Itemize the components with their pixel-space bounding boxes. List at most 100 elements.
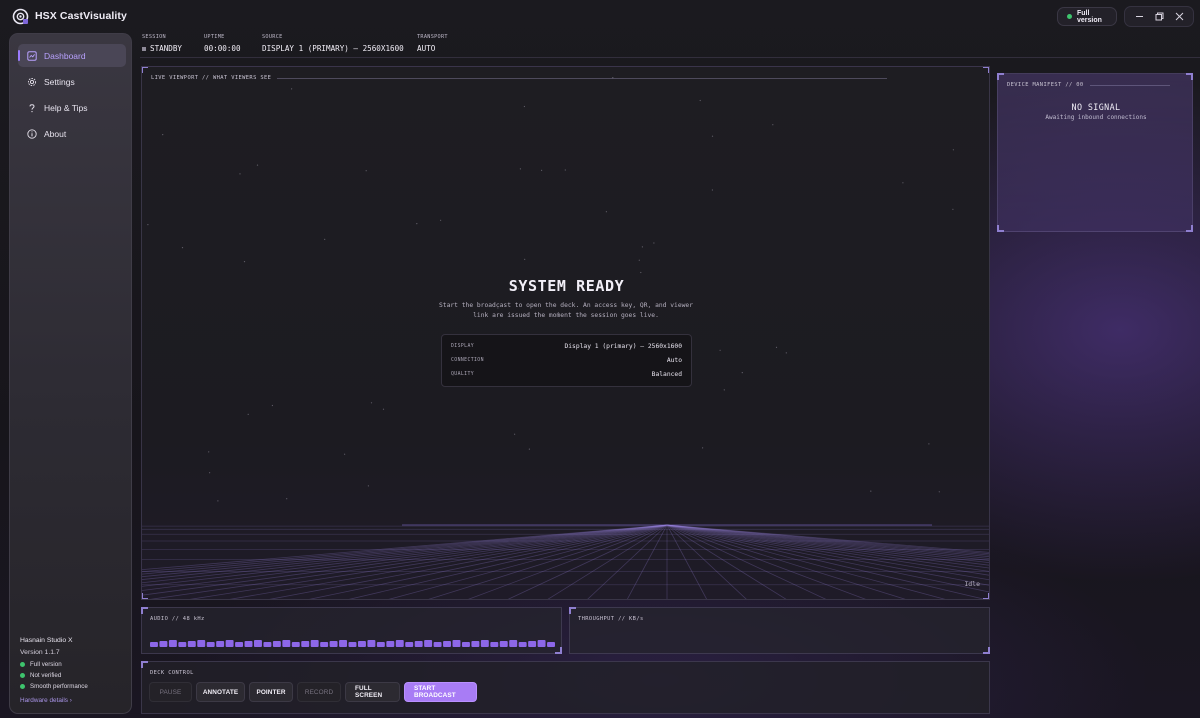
start-broadcast-button[interactable]: START BROADCAST: [404, 682, 477, 702]
status-dot-icon: [20, 683, 25, 689]
audio-level-bar: [471, 641, 480, 647]
audio-level-bar: [461, 642, 470, 647]
audio-level-bar: [329, 641, 338, 647]
audio-level-bar: [433, 642, 442, 647]
full-screen-button[interactable]: FULL SCREEN: [345, 682, 400, 702]
audio-level-bar: [499, 641, 508, 647]
audio-level-bar: [263, 642, 272, 647]
info-row-connection: CONNECTION Auto: [451, 357, 682, 364]
audio-level-bar: [357, 641, 366, 647]
device-manifest-panel: DEVICE MANIFEST // 00 NO SIGNAL Awaiting…: [997, 73, 1193, 232]
audio-level-bar: [291, 642, 300, 647]
meta-transport: TRANSPORT AUTO: [417, 34, 448, 53]
status-full-version: Full version: [20, 661, 125, 668]
audio-level-bar: [480, 640, 489, 647]
version-badge-label: Full version: [1077, 9, 1102, 24]
transport-value: AUTO: [417, 44, 436, 53]
app-title: HSX CastVisuality: [35, 10, 127, 22]
meta-source: SOURCE DISPLAY 1 (PRIMARY) — 2560X1600: [262, 34, 404, 53]
question-icon: [27, 103, 37, 113]
audio-level-bar: [339, 640, 348, 647]
audio-level-bar: [509, 640, 518, 647]
sidebar-item-about[interactable]: About: [18, 122, 126, 145]
audio-level-bar: [386, 641, 395, 647]
viewport-status: Idle: [964, 580, 980, 588]
minimize-button[interactable]: [1131, 9, 1147, 25]
sidebar-item-label: About: [44, 128, 67, 139]
sidebar-item-label: Help & Tips: [44, 102, 88, 113]
divider: [140, 57, 1200, 58]
uptime-value: 00:00:00: [204, 44, 241, 53]
info-icon: [27, 128, 37, 139]
meta-session: SESSION STANDBY: [142, 34, 183, 53]
audio-level-bar: [405, 642, 414, 647]
meta-uptime: UPTIME 00:00:00: [204, 34, 241, 53]
throughput-label: THROUGHPUT // KB/s: [578, 616, 644, 622]
audio-level-bar: [168, 640, 177, 647]
audio-level-bar: [197, 640, 206, 647]
no-signal-title: NO SIGNAL: [1071, 102, 1121, 112]
audio-label: AUDIO // 48 kHz: [150, 616, 205, 622]
minimize-icon: [1135, 16, 1143, 17]
audio-level-bar: [150, 642, 158, 647]
sidebar-footer: Hasnain Studio X Version 1.1.7 Full vers…: [20, 637, 125, 704]
audio-level-bar: [414, 641, 423, 647]
audio-level-bar: [235, 642, 244, 647]
audio-panel: AUDIO // 48 kHz: [141, 607, 562, 654]
info-row-quality: QUALITY Balanced: [451, 371, 682, 378]
audio-level-bar: [216, 641, 225, 647]
audio-level-bar: [159, 641, 168, 647]
deck-label: DECK CONTROL: [150, 670, 194, 676]
audio-level-bar: [490, 642, 499, 647]
window-controls: [1124, 6, 1194, 27]
audio-level-bar: [178, 642, 187, 647]
app-logo-icon: [12, 8, 29, 25]
info-row-display: DISPLAY Display 1 (primary) — 2560x1600: [451, 343, 682, 350]
audio-level-bar: [187, 641, 196, 647]
sidebar-item-help[interactable]: Help & Tips: [18, 96, 126, 119]
version-badge[interactable]: Full version: [1057, 7, 1117, 26]
close-icon: [1175, 12, 1183, 21]
sidebar-item-settings[interactable]: Settings: [18, 70, 126, 93]
sidebar-item-label: Settings: [44, 76, 75, 87]
audio-level-bar: [547, 642, 555, 647]
pointer-button[interactable]: POINTER: [249, 682, 293, 702]
record-button[interactable]: RECORD: [297, 682, 341, 702]
title-bar: HSX CastVisuality Full version: [0, 0, 1200, 32]
deck-buttons: PAUSE ANNOTATE POINTER RECORD FULL SCREE…: [149, 682, 477, 702]
audio-level-bar: [367, 640, 376, 647]
audio-level-bar: [272, 641, 281, 647]
annotate-button[interactable]: ANNOTATE: [196, 682, 245, 702]
viewport-label: LIVE VIEWPORT // WHAT VIEWERS SEE: [151, 75, 888, 81]
brand-name: Hasnain Studio X: [20, 637, 73, 644]
sidebar-item-dashboard[interactable]: Dashboard: [18, 44, 126, 67]
hardware-details-link[interactable]: Hardware details ›: [20, 697, 125, 704]
status-verification: Not verified: [20, 672, 125, 679]
dashboard-icon: [27, 50, 37, 61]
sidebar: Dashboard Settings Help & Tips About Has…: [9, 33, 132, 714]
restore-button[interactable]: [1151, 9, 1167, 25]
close-button[interactable]: [1171, 9, 1187, 25]
audio-level-bar: [528, 641, 537, 647]
audio-level-bar: [518, 642, 527, 647]
audio-level-meter: [150, 640, 555, 647]
source-value: DISPLAY 1 (PRIMARY) — 2560X1600: [262, 44, 404, 53]
audio-level-bar: [443, 641, 452, 647]
audio-level-bar: [253, 640, 262, 647]
status-dot-icon: [20, 672, 25, 678]
pause-button[interactable]: PAUSE: [149, 682, 192, 702]
session-state-icon: [142, 46, 146, 51]
system-ready-title: SYSTEM READY: [508, 277, 625, 295]
audio-level-bar: [244, 641, 253, 647]
throughput-panel: THROUGHPUT // KB/s: [569, 607, 990, 654]
restore-icon: [1155, 12, 1163, 21]
manifest-label: DEVICE MANIFEST // 00: [1007, 82, 1170, 88]
status-performance: Smooth performance: [20, 683, 125, 690]
audio-level-bar: [206, 642, 215, 647]
system-ready-description: Start the broadcast to open the deck. An…: [438, 302, 693, 319]
audio-level-bar: [376, 642, 385, 647]
audio-level-bar: [452, 640, 461, 647]
audio-level-bar: [310, 640, 319, 647]
app-version: Version 1.1.7: [20, 649, 60, 656]
session-value: STANDBY: [150, 44, 183, 53]
